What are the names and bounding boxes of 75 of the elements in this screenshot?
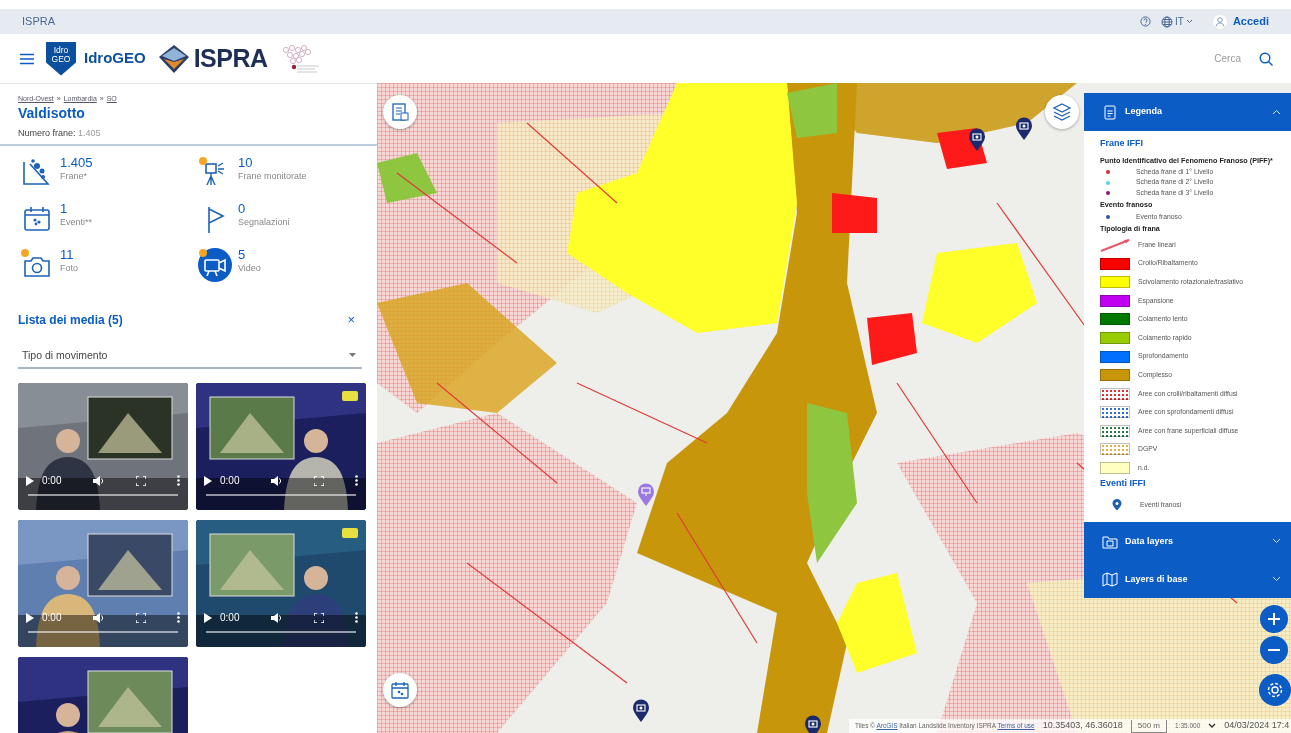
scale-bar: 500 m xyxy=(1130,719,1167,733)
place-title: Valdisotto xyxy=(18,104,86,121)
play-icon[interactable] xyxy=(26,612,34,623)
video-time: 0:00 xyxy=(220,611,240,626)
document-icon xyxy=(390,102,410,122)
shield-logo: Idro GEO xyxy=(46,41,76,76)
progress-track[interactable] xyxy=(206,631,356,634)
search-icon[interactable] xyxy=(1259,51,1273,66)
camera-pin-icon[interactable] xyxy=(968,128,986,152)
stat-button[interactable]: 10 Frane monitorate xyxy=(198,156,376,192)
panel-header[interactable]: Layers di base xyxy=(1084,560,1291,599)
stat-button[interactable]: 1.405 Frane* xyxy=(20,156,198,192)
panel-header[interactable]: Legenda xyxy=(1084,93,1291,131)
progress-track[interactable] xyxy=(28,631,178,634)
volume-icon[interactable] xyxy=(93,612,104,623)
stat-button[interactable]: 11 Foto xyxy=(20,248,198,284)
volume-icon[interactable] xyxy=(93,475,104,486)
camera-pin-icon[interactable] xyxy=(632,699,650,723)
coordinates-label: 10.35403, 46.36018 xyxy=(1042,719,1123,733)
diamond-logo-icon xyxy=(157,43,190,74)
volume-icon[interactable] xyxy=(271,475,282,486)
user-icon xyxy=(1212,14,1227,29)
more-icon[interactable] xyxy=(177,475,180,487)
timestamp-label: 04/03/2024 17:4 xyxy=(1224,719,1290,733)
globe-icon xyxy=(1161,15,1174,28)
legend-section-title: Frane IFFI xyxy=(1100,137,1144,150)
fullscreen-icon[interactable] xyxy=(135,612,146,623)
more-icon[interactable] xyxy=(355,475,358,487)
folder-icon xyxy=(1102,533,1118,549)
landslide-icon xyxy=(21,158,53,188)
landslide-count: Numero frane: 1.405 xyxy=(18,126,102,140)
ispra-logo-text: ISPRA xyxy=(193,42,268,74)
play-icon[interactable] xyxy=(204,612,212,623)
brand-label: ISPRA xyxy=(22,14,55,30)
chevron-up-icon xyxy=(1272,109,1281,115)
caret-icon xyxy=(1185,19,1193,24)
more-icon[interactable] xyxy=(177,612,180,624)
fullscreen-icon[interactable] xyxy=(313,612,324,623)
layers-icon xyxy=(1052,102,1072,122)
chevron-down-icon xyxy=(1272,576,1281,583)
legend-section-title: Eventi IFFI xyxy=(1100,477,1147,491)
video-time: 0:00 xyxy=(42,611,62,626)
legend-document-icon xyxy=(1102,104,1118,120)
video-time: 0:00 xyxy=(42,474,62,489)
app-name: IdroGEO xyxy=(84,48,146,69)
calendar-icon xyxy=(390,680,410,700)
caret-icon[interactable] xyxy=(1208,723,1217,729)
play-icon[interactable] xyxy=(26,475,34,486)
stat-button[interactable]: 0 Segnalazioni xyxy=(198,202,376,238)
menu-icon[interactable] xyxy=(20,52,34,65)
close-button[interactable]: × xyxy=(343,310,359,330)
stat-button[interactable]: 1 Eventi** xyxy=(20,202,198,238)
calendar-icon xyxy=(21,204,53,234)
settings-icon xyxy=(1266,681,1284,699)
play-icon[interactable] xyxy=(204,475,212,486)
chevron-down-icon xyxy=(1272,538,1281,545)
progress-track[interactable] xyxy=(206,494,356,497)
progress-track[interactable] xyxy=(28,494,178,497)
map-pin-icon[interactable] xyxy=(637,483,655,507)
language-selector[interactable]: IT xyxy=(1161,14,1193,29)
more-icon[interactable] xyxy=(355,612,358,624)
stat-button[interactable]: 5 Video xyxy=(198,248,376,284)
panel-header[interactable]: Data layers xyxy=(1084,522,1291,561)
volume-icon[interactable] xyxy=(271,612,282,623)
help-icon[interactable] xyxy=(1140,16,1152,27)
media-list-title: Lista dei media (5) xyxy=(18,311,123,329)
movement-type-select[interactable]: Tipo di movimento xyxy=(18,343,362,370)
map-icon xyxy=(1102,571,1118,587)
camera-pin-icon[interactable] xyxy=(804,715,822,733)
caret-icon xyxy=(349,353,356,358)
fullscreen-icon[interactable] xyxy=(135,475,146,486)
login-button[interactable]: Accedi xyxy=(1202,13,1269,30)
plus-icon xyxy=(1267,612,1281,626)
camera-pin-icon[interactable] xyxy=(1015,117,1033,141)
video-time: 0:00 xyxy=(220,474,240,489)
